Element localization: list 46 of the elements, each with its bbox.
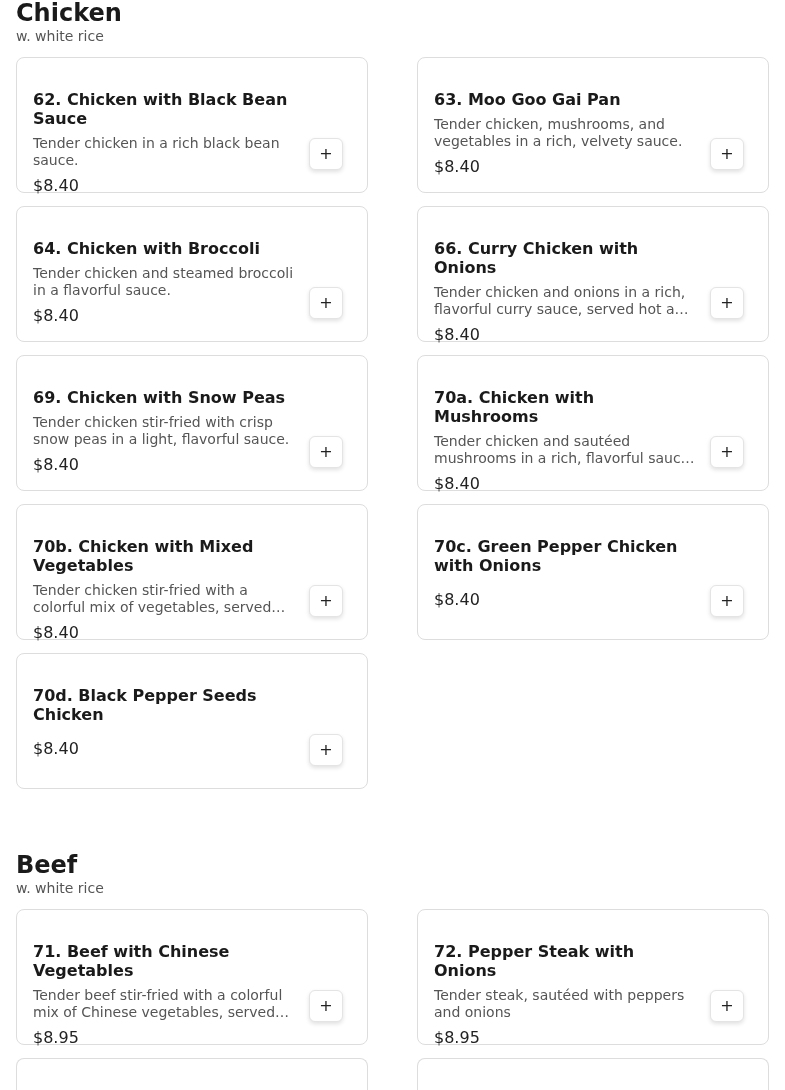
dish-price: $8.40	[434, 325, 481, 344]
add-button[interactable]: +	[710, 287, 744, 319]
dish-price: $8.40	[434, 157, 481, 176]
dish-price: $8.40	[434, 474, 481, 493]
dish-name: 70a. Chicken with Mushrooms	[434, 388, 596, 426]
dish-name: 66. Curry Chicken with Onions	[434, 239, 640, 277]
add-button[interactable]: +	[309, 734, 343, 766]
dish-name: 69. Chicken with Snow Peas	[33, 388, 287, 407]
add-button[interactable]: +	[710, 585, 744, 617]
dish-price: $8.40	[434, 590, 481, 609]
dish-price: $8.40	[33, 623, 80, 642]
section-heading: Chicken	[16, 0, 123, 26]
section-subtitle: w. white rice	[16, 880, 105, 897]
dish-description: Tender chicken stir-fried with crisp snow peas in a light, flavorful sauce.	[33, 414, 291, 448]
add-button[interactable]: +	[710, 436, 744, 468]
dish-name: 70c. Green Pepper Chicken with Onions	[434, 537, 679, 575]
dish-price: $8.40	[33, 455, 80, 474]
dish-description: Tender beef stir-fried with a colorful mix of Chinese vegetables, served…	[33, 987, 291, 1021]
dish-name: 63. Moo Goo Gai Pan	[434, 90, 622, 109]
dish-name: 72. Pepper Steak with Onions	[434, 942, 636, 980]
add-button[interactable]: +	[309, 287, 343, 319]
dish-name: 70b. Chicken with Mixed Vegetables	[33, 537, 255, 575]
dish-name: 64. Chicken with Broccoli	[33, 239, 261, 258]
add-button[interactable]: +	[309, 138, 343, 170]
add-button[interactable]: +	[309, 990, 343, 1022]
dish-price: $8.40	[33, 306, 80, 325]
add-button[interactable]: +	[710, 138, 744, 170]
dish-description: Tender chicken, mushrooms, and vegetables in a rich, velvety sauce.	[434, 116, 684, 150]
dish-description: Tender chicken and steamed broccoli in a flavorful sauce.	[33, 265, 295, 299]
section-subtitle: w. white rice	[16, 28, 105, 45]
dish-description: Tender chicken and sautéed mushrooms in a rich, flavorful sauc…	[434, 433, 696, 467]
dish-price: $8.40	[33, 739, 80, 758]
dish-price: $8.95	[434, 1028, 481, 1047]
dish-price: $8.40	[33, 176, 80, 195]
dish-description: Tender chicken and onions in a rich, flavorful curry sauce, served hot a…	[434, 284, 690, 318]
dish-description: Tender steak, sautéed with peppers and onions	[434, 987, 686, 1021]
section-heading: Beef	[16, 852, 79, 878]
dish-price: $8.95	[33, 1028, 80, 1047]
add-button[interactable]: +	[309, 585, 343, 617]
add-button[interactable]: +	[710, 990, 744, 1022]
dish-name: 70d. Black Pepper Seeds Chicken	[33, 686, 258, 724]
dish-name: 62. Chicken with Black Bean Sauce	[33, 90, 289, 128]
add-button[interactable]: +	[309, 436, 343, 468]
dish-description: Tender chicken stir-fried with a colorful mix of vegetables, served…	[33, 582, 287, 616]
dish-name: 71. Beef with Chinese Vegetables	[33, 942, 231, 980]
dish-description: Tender chicken in a rich black bean sauce.	[33, 135, 281, 169]
